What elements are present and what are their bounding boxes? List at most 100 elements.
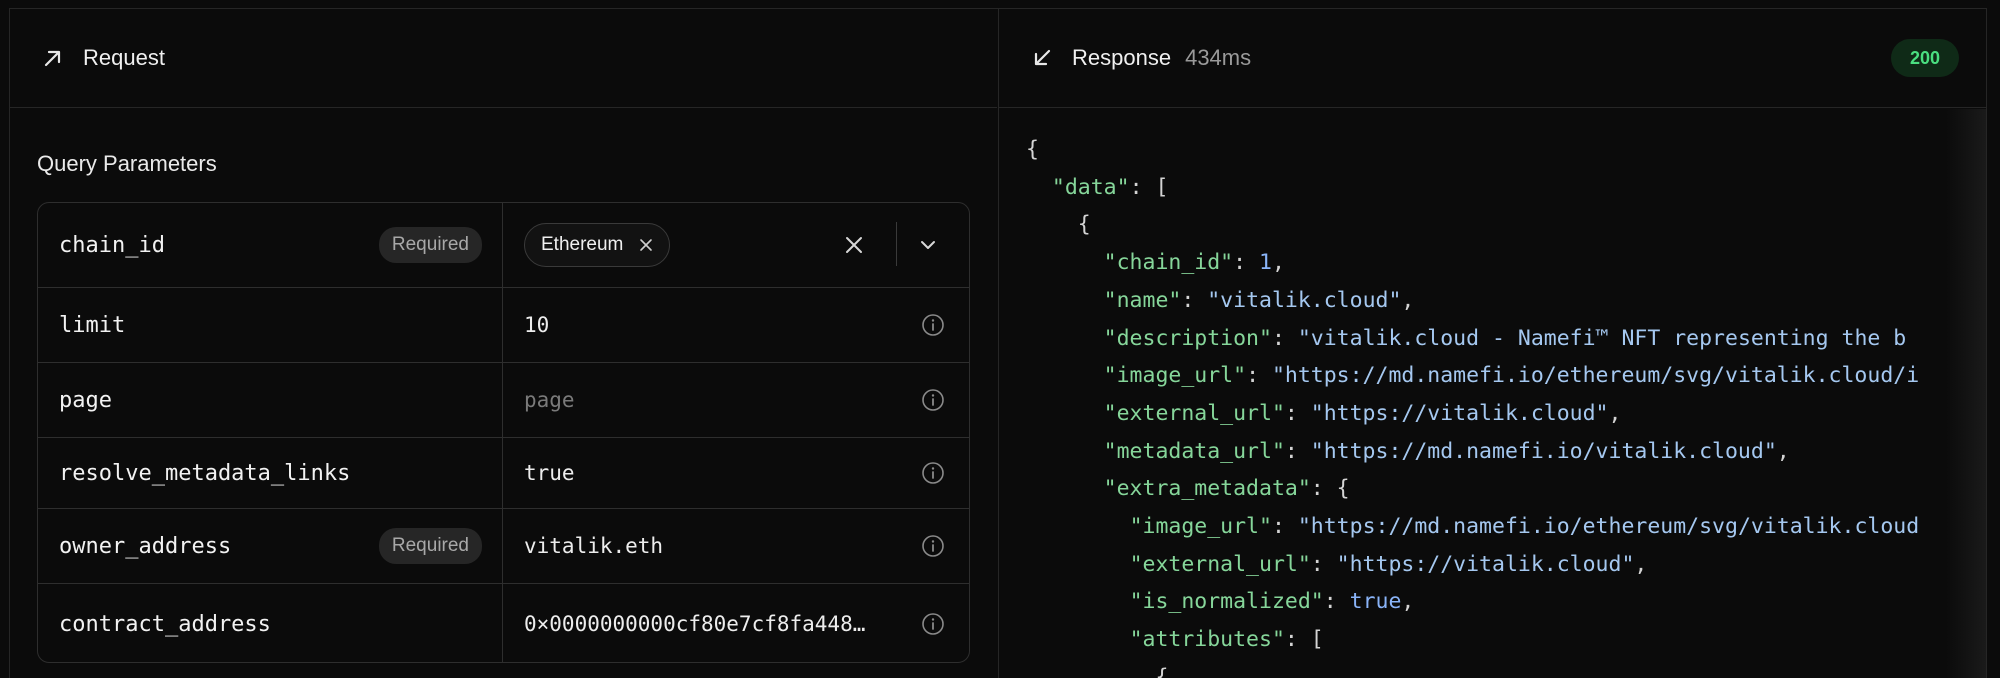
json-token: , xyxy=(1401,589,1415,615)
json-token: "image_url" xyxy=(1103,363,1247,389)
response-json-viewer[interactable]: { "data": [ { "chain_id": 1, "name": "vi… xyxy=(1026,131,1986,678)
param-name-cell: resolve_metadata_links xyxy=(38,438,503,508)
json-token: "data" xyxy=(1051,174,1130,200)
json-token: "https://md.namefi.io/ethereum/svg/vital… xyxy=(1271,363,1920,389)
json-token: 1 xyxy=(1259,250,1272,276)
request-header: Request xyxy=(10,9,997,108)
request-panel: Request Query Parameters chain_id Requir… xyxy=(10,9,997,678)
response-time: 434ms xyxy=(1185,45,1252,70)
param-name: page xyxy=(59,387,112,413)
right-edge xyxy=(1987,9,2000,678)
json-token: : [ xyxy=(1129,174,1169,200)
json-token: "https://vitalik.cloud" xyxy=(1310,400,1609,426)
param-name-cell: page xyxy=(38,363,503,437)
json-token: , xyxy=(1401,287,1415,313)
chip-remove-icon[interactable] xyxy=(639,238,653,252)
param-value: 10 xyxy=(524,313,550,337)
query-parameters-title: Query Parameters xyxy=(37,151,217,176)
json-token: "chain_id" xyxy=(1103,250,1234,276)
request-title: Request xyxy=(83,45,165,70)
param-value: true xyxy=(524,461,575,485)
json-token: { xyxy=(1026,664,1169,678)
json-token: { xyxy=(1026,212,1091,238)
info-icon[interactable] xyxy=(921,388,945,412)
info-icon[interactable] xyxy=(921,461,945,485)
selected-chip: Ethereum xyxy=(524,223,671,267)
clear-icon[interactable] xyxy=(843,234,865,256)
json-line: "external_url": "https://vitalik.cloud", xyxy=(1026,546,1986,584)
json-token: "image_url" xyxy=(1129,514,1272,540)
param-name: contract_address xyxy=(59,611,271,637)
json-token: "external_url" xyxy=(1129,551,1311,577)
json-token: "description" xyxy=(1103,325,1272,351)
json-token: "https://md.namefi.io/ethereum/svg/vital… xyxy=(1297,514,1920,540)
param-name: chain_id xyxy=(59,232,165,258)
json-token: "https://md.namefi.io/vitalik.cloud" xyxy=(1310,438,1777,464)
json-token: , xyxy=(1271,250,1285,276)
contract-address-input[interactable]: 0×0000000000cf80e7cf8fa448… xyxy=(503,584,969,662)
json-token: : xyxy=(1284,438,1311,464)
json-line: "chain_id": 1, xyxy=(1026,244,1986,282)
json-token: : { xyxy=(1310,476,1350,502)
json-token: , xyxy=(1776,438,1790,464)
param-name-cell: contract_address xyxy=(38,584,503,662)
response-title: Response xyxy=(1072,45,1172,70)
param-value: vitalik.eth xyxy=(524,534,664,558)
response-header: Response 434ms xyxy=(999,9,1986,108)
chain-id-select[interactable]: Ethereum xyxy=(503,203,969,287)
json-token: "vitalik.cloud - Namefi™ NFT representin… xyxy=(1297,325,1907,351)
param-row-contract-address: contract_address 0×0000000000cf80e7cf8fa… xyxy=(38,584,969,662)
json-token: "vitalik.cloud" xyxy=(1207,287,1402,313)
param-name-cell: limit xyxy=(38,288,503,362)
json-line: "name": "vitalik.cloud", xyxy=(1026,282,1986,320)
chevron-down-icon[interactable] xyxy=(917,234,939,256)
json-line: "image_url": "https://md.namefi.io/ether… xyxy=(1026,508,1986,546)
arrow-down-left-icon xyxy=(1030,46,1054,70)
param-placeholder: page xyxy=(524,388,575,412)
param-row-owner-address: owner_address Required vitalik.eth xyxy=(38,509,969,584)
param-name: owner_address xyxy=(59,533,232,559)
param-name-cell: chain_id Required xyxy=(38,203,503,287)
json-line: "image_url": "https://md.namefi.io/ether… xyxy=(1026,357,1986,395)
param-row-limit: limit 10 xyxy=(38,288,969,363)
json-token: : xyxy=(1246,363,1272,389)
page-input[interactable]: page xyxy=(503,363,969,437)
json-token: "extra_metadata" xyxy=(1103,476,1311,502)
json-line: { xyxy=(1026,659,1986,678)
json-token: , xyxy=(1608,400,1622,426)
json-token: "external_url" xyxy=(1103,400,1285,426)
json-token: { xyxy=(1026,137,1039,162)
json-line: { xyxy=(1026,206,1986,244)
json-line: "is_normalized": true, xyxy=(1026,583,1986,621)
json-token: , xyxy=(1634,551,1648,577)
owner-address-input[interactable]: vitalik.eth xyxy=(503,509,969,583)
resolve-metadata-links-input[interactable]: true xyxy=(503,438,969,508)
json-token: : xyxy=(1271,325,1298,351)
info-icon[interactable] xyxy=(921,534,945,558)
scroll-fade xyxy=(1946,109,1986,678)
json-token: : xyxy=(1271,514,1298,540)
info-icon[interactable] xyxy=(921,612,945,636)
json-line: "metadata_url": "https://md.namefi.io/vi… xyxy=(1026,433,1986,471)
required-badge: Required xyxy=(378,528,482,564)
param-value: 0×0000000000cf80e7cf8fa448… xyxy=(524,612,866,636)
json-line: "external_url": "https://vitalik.cloud", xyxy=(1026,395,1986,433)
status-badge: 200 xyxy=(1890,39,1959,77)
json-token: "metadata_url" xyxy=(1103,438,1285,464)
info-icon[interactable] xyxy=(921,313,945,337)
json-token: true xyxy=(1349,589,1402,615)
limit-input[interactable]: 10 xyxy=(503,288,969,362)
param-name: resolve_metadata_links xyxy=(59,460,351,486)
param-row-chain-id: chain_id Required Ethereum xyxy=(38,203,969,288)
required-badge: Required xyxy=(378,227,482,263)
